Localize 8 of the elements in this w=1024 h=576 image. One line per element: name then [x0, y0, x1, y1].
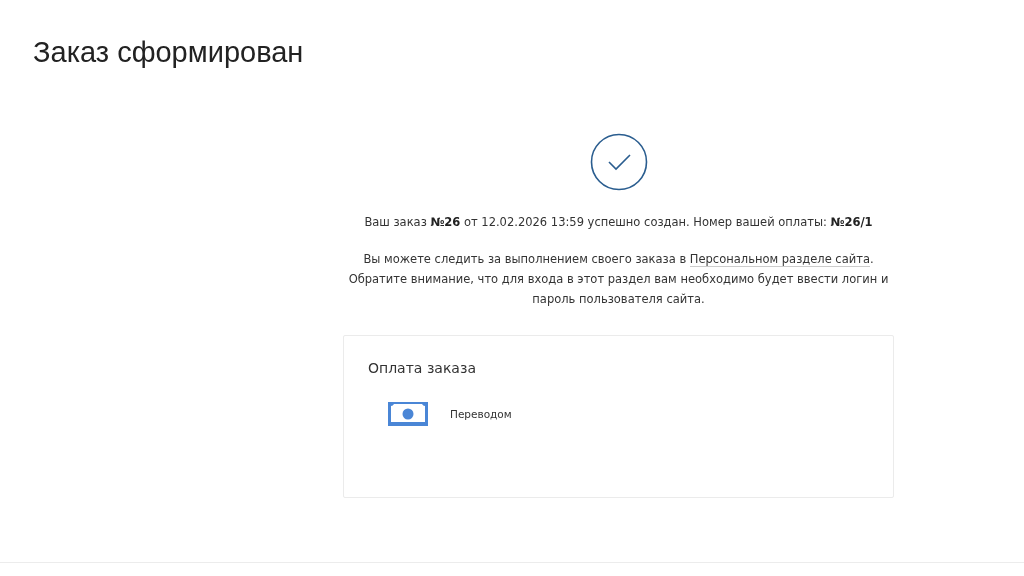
banknote-icon [387, 401, 429, 427]
order-summary: Ваш заказ №26 от 12.02.2026 13:59 успешно создан. Номер вашей оплаты: №26/1 [364, 214, 873, 230]
payment-title: Оплата заказа [368, 360, 477, 376]
check-circle-icon [589, 133, 648, 191]
personal-section-link[interactable]: Персональном разделе сайта [689, 252, 870, 267]
order-info-text: Вы можете следить за выполнением своего заказа в Персональном разделе сайта. Обратите внимание, что для входа в этот раздел вам необходимо будет ввести логин и пароль пользователя сайта. [347, 251, 890, 308]
page-title: Заказ сформирован [32, 35, 305, 70]
payment-method-label[interactable]: Переводом [450, 408, 512, 420]
